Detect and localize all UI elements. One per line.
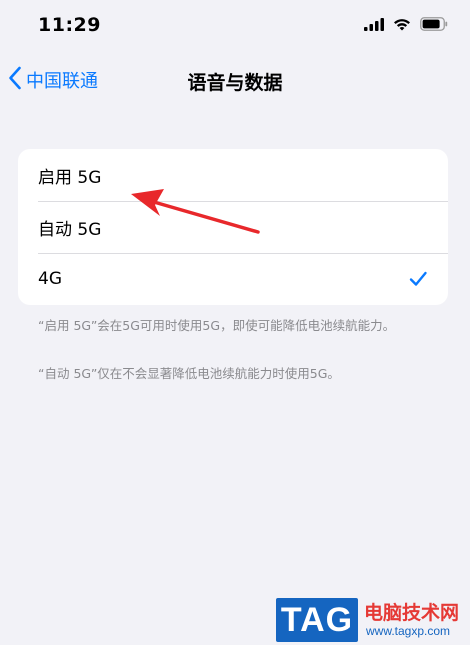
battery-icon (420, 16, 448, 35)
option-auto-5g[interactable]: 自动 5G (18, 201, 448, 253)
option-label: 自动 5G (38, 219, 102, 240)
status-time: 11:29 (38, 14, 101, 36)
status-bar: 11:29 (0, 0, 470, 52)
cellular-signal-icon (364, 16, 384, 35)
footnote-auto-5g: “自动 5G”仅在不会显著降低电池续航能力时使用5G。 (38, 366, 340, 381)
page-title: 语音与数据 (187, 72, 283, 94)
footnote-enable-5g: “启用 5G”会在5G可用时使用5G，即使可能降低电池续航能力。 (38, 318, 396, 333)
option-label: 启用 5G (38, 167, 102, 188)
watermark-url: www.tagxp.com (366, 624, 451, 638)
option-label: 4G (38, 269, 62, 289)
watermark-site-name: 电脑技术网 (364, 602, 460, 624)
option-4g[interactable]: 4G (18, 253, 448, 305)
settings-screen: 11:29 中国联通 语音与数据 启用 5G 自动 5G 4G “启用 5G”会… (0, 0, 470, 645)
watermark-tag: TAG (276, 598, 358, 642)
option-enable-5g[interactable]: 启用 5G (18, 149, 448, 201)
navigation-bar: 中国联通 语音与数据 (0, 58, 470, 102)
wifi-icon (393, 16, 411, 35)
watermark-logo: TAG 电脑技术网 www.tagxp.com (272, 594, 470, 645)
checkmark-icon (408, 269, 428, 289)
network-options-list: 启用 5G 自动 5G 4G (18, 149, 448, 305)
status-icons (364, 16, 448, 35)
